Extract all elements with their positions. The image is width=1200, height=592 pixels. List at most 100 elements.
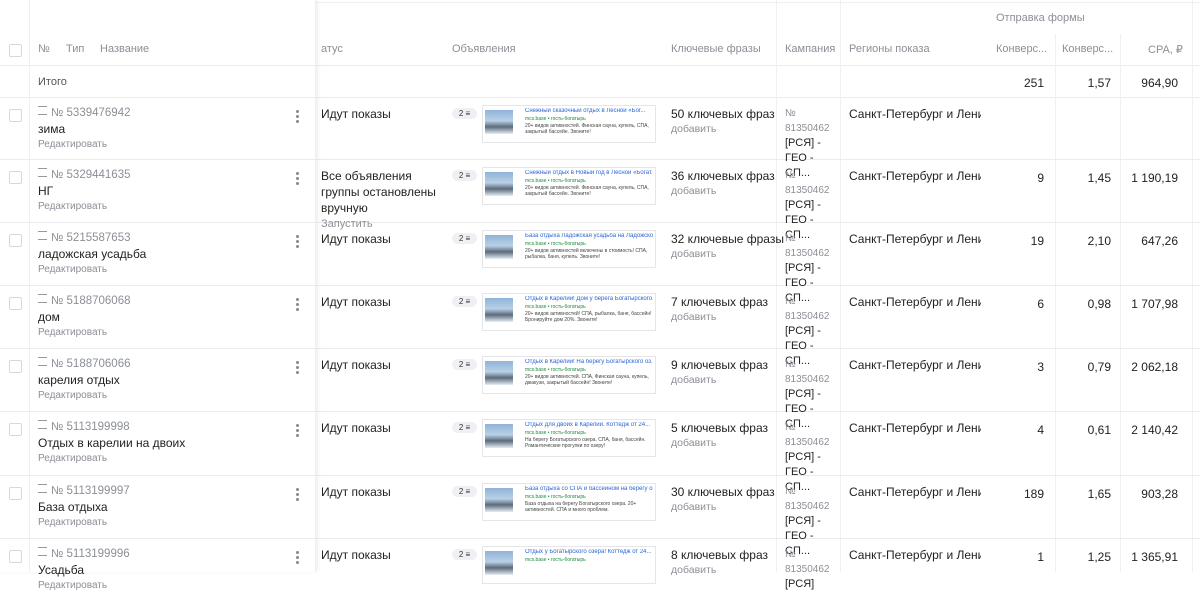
ad-preview-card[interactable]: Отдых для двоих в Карелии. Коттедж от 24… [482,419,656,457]
ad-title: База отдыха Ладожская усадьба на Ладожск… [525,233,653,239]
header-regions[interactable]: Регионы показа [849,43,930,55]
keywords-count[interactable]: 36 ключевых фраз [671,169,775,183]
region-cell: Санкт-Петербург и Ленингр [849,295,981,309]
row-checkbox[interactable] [9,171,22,184]
row-checkbox[interactable] [9,487,22,500]
edit-link[interactable]: Редактировать [38,139,107,150]
header-cpa[interactable]: CPA, ₽ [1148,43,1183,56]
header-conversion-rate[interactable]: Конверс... [1062,43,1113,55]
row-divider [0,159,315,160]
ad-preview-card[interactable]: База отдыха Ладожская усадьба на Ладожск… [482,230,656,268]
edit-link[interactable]: Редактировать [38,580,107,591]
more-menu-icon[interactable] [296,233,300,250]
row-checkbox[interactable] [9,234,22,247]
edit-link[interactable]: Редактировать [38,201,107,212]
header-status[interactable]: атус [321,43,343,55]
ads-count-badge[interactable]: 2 ≡ [452,422,477,433]
edit-link[interactable]: Редактировать [38,264,107,275]
ad-preview-card[interactable]: Отдых в Карелии! На берегу Богатырского … [482,356,656,394]
row-checkbox[interactable] [9,109,22,122]
edit-link[interactable]: Редактировать [38,517,107,528]
add-keywords-link[interactable]: добавить [671,123,775,135]
group-name[interactable]: карелия отдых [38,373,120,387]
keywords-count[interactable]: 30 ключевых фраз [671,485,775,499]
ads-count-badge[interactable]: 2 ≡ [452,359,477,370]
header-campaign[interactable]: Кампания [785,43,835,55]
header-type[interactable]: Тип [66,43,84,55]
keywords-cell: 9 ключевых фраз добавить [671,358,768,386]
more-menu-icon[interactable] [296,296,300,313]
ad-preview-card[interactable]: База отдыха со СПА и бассейном на берегу… [482,483,656,521]
edit-link[interactable]: Редактировать [38,327,107,338]
ad-url: mcs.base • гость-бoгатырь [525,430,586,436]
row-checkbox[interactable] [9,423,22,436]
more-menu-icon[interactable] [296,422,300,439]
add-keywords-link[interactable]: добавить [671,185,775,197]
add-keywords-link[interactable]: добавить [671,248,784,260]
keywords-count[interactable]: 50 ключевых фраз [671,107,775,121]
row-checkbox[interactable] [9,360,22,373]
group-name[interactable]: зима [38,122,65,136]
launch-link[interactable]: Запустить [321,216,441,232]
add-keywords-link[interactable]: добавить [671,311,768,323]
keywords-count[interactable]: 5 ключевых фраз [671,421,768,435]
group-name[interactable]: База отдыха [38,500,108,514]
header-conversions[interactable]: Конверс... [996,43,1047,55]
ads-count-badge[interactable]: 2 ≡ [452,549,477,560]
more-menu-icon[interactable] [296,549,300,566]
keywords-count[interactable]: 9 ключевых фраз [671,358,768,372]
group-name[interactable]: НГ [38,184,53,198]
ads-count-badge[interactable]: 2 ≡ [452,296,477,307]
group-id-text: № 5339476942 [51,107,131,119]
header-ads[interactable]: Объявления [452,43,516,55]
header-keywords[interactable]: Ключевые фразы [671,43,761,55]
ad-url: mcs.base • гость-бoгатырь [525,494,586,500]
keywords-count[interactable]: 32 ключевые фразы [671,232,784,246]
add-keywords-link[interactable]: добавить [671,374,768,386]
ad-title: База отдыха со СПА и бассейном на берегу… [525,486,653,492]
add-keywords-link[interactable]: добавить [671,564,768,576]
group-name[interactable]: Отдых в карелии на двоих [38,436,185,450]
ad-preview-card[interactable]: Снежный сказочный отдых в Лесной «Бог...… [482,105,656,143]
status-cell: Идут показы [321,106,441,122]
campaign-name[interactable]: [РСЯ] [785,577,835,592]
ads-count-badge[interactable]: 2 ≡ [452,108,477,119]
ad-preview-card[interactable]: Отдых у Богатырского озера! Коттедж от 2… [482,546,656,584]
checkbox-col-divider [29,0,30,572]
select-all-checkbox[interactable] [9,44,22,57]
group-name[interactable]: дом [38,310,60,324]
row-checkbox[interactable] [9,297,22,310]
header-number[interactable]: № [38,43,50,55]
more-menu-icon[interactable] [296,108,300,125]
header-name[interactable]: Название [100,43,149,55]
campaign-cell: № 81350462 [РСЯ] [785,547,835,592]
cpa-value: 903,28 [1141,487,1178,501]
add-keywords-link[interactable]: добавить [671,437,768,449]
ads-count: 2 [458,487,464,496]
ad-title: Отдых в Карелии! Дом у берега Богатырско… [525,296,653,302]
ads-count-badge[interactable]: 2 ≡ [452,170,477,181]
more-menu-icon[interactable] [296,486,300,503]
edit-link[interactable]: Редактировать [38,390,107,401]
ads-count-badge[interactable]: 2 ≡ [452,486,477,497]
more-menu-icon[interactable] [296,359,300,376]
group-name[interactable]: ладожская усадьба [38,247,146,261]
ad-url: mcs.base • гость-бoгатырь [525,178,586,184]
add-keywords-link[interactable]: добавить [671,501,775,513]
row-checkbox[interactable] [9,550,22,563]
ads-count-badge[interactable]: 2 ≡ [452,233,477,244]
more-menu-icon[interactable] [296,170,300,187]
sticky-name-column: № Тип Название Итого № 5339476942 зима Ред… [0,0,316,591]
status-text: Идут показы [321,358,391,372]
group-name[interactable]: Усадьба [38,563,84,577]
ad-preview-card[interactable]: Снежный отдых в Новый год в Лесной «Бога… [482,167,656,205]
keywords-count[interactable]: 8 ключевых фраз [671,548,768,562]
keywords-count[interactable]: 7 ключевых фраз [671,295,768,309]
ad-preview-card[interactable]: Отдых в Карелии! Дом у берега Богатырско… [482,293,656,331]
keywords-cell: 7 ключевых фраз добавить [671,295,768,323]
ad-url: mcs.base • гость-бoгатырь [525,116,586,122]
status-cell: Идут показы [321,547,441,563]
group-id-text: № 5113199998 [51,421,130,433]
ad-text: 20+ видов активностей. Финская сауна, ку… [525,123,649,135]
edit-link[interactable]: Редактировать [38,453,107,464]
